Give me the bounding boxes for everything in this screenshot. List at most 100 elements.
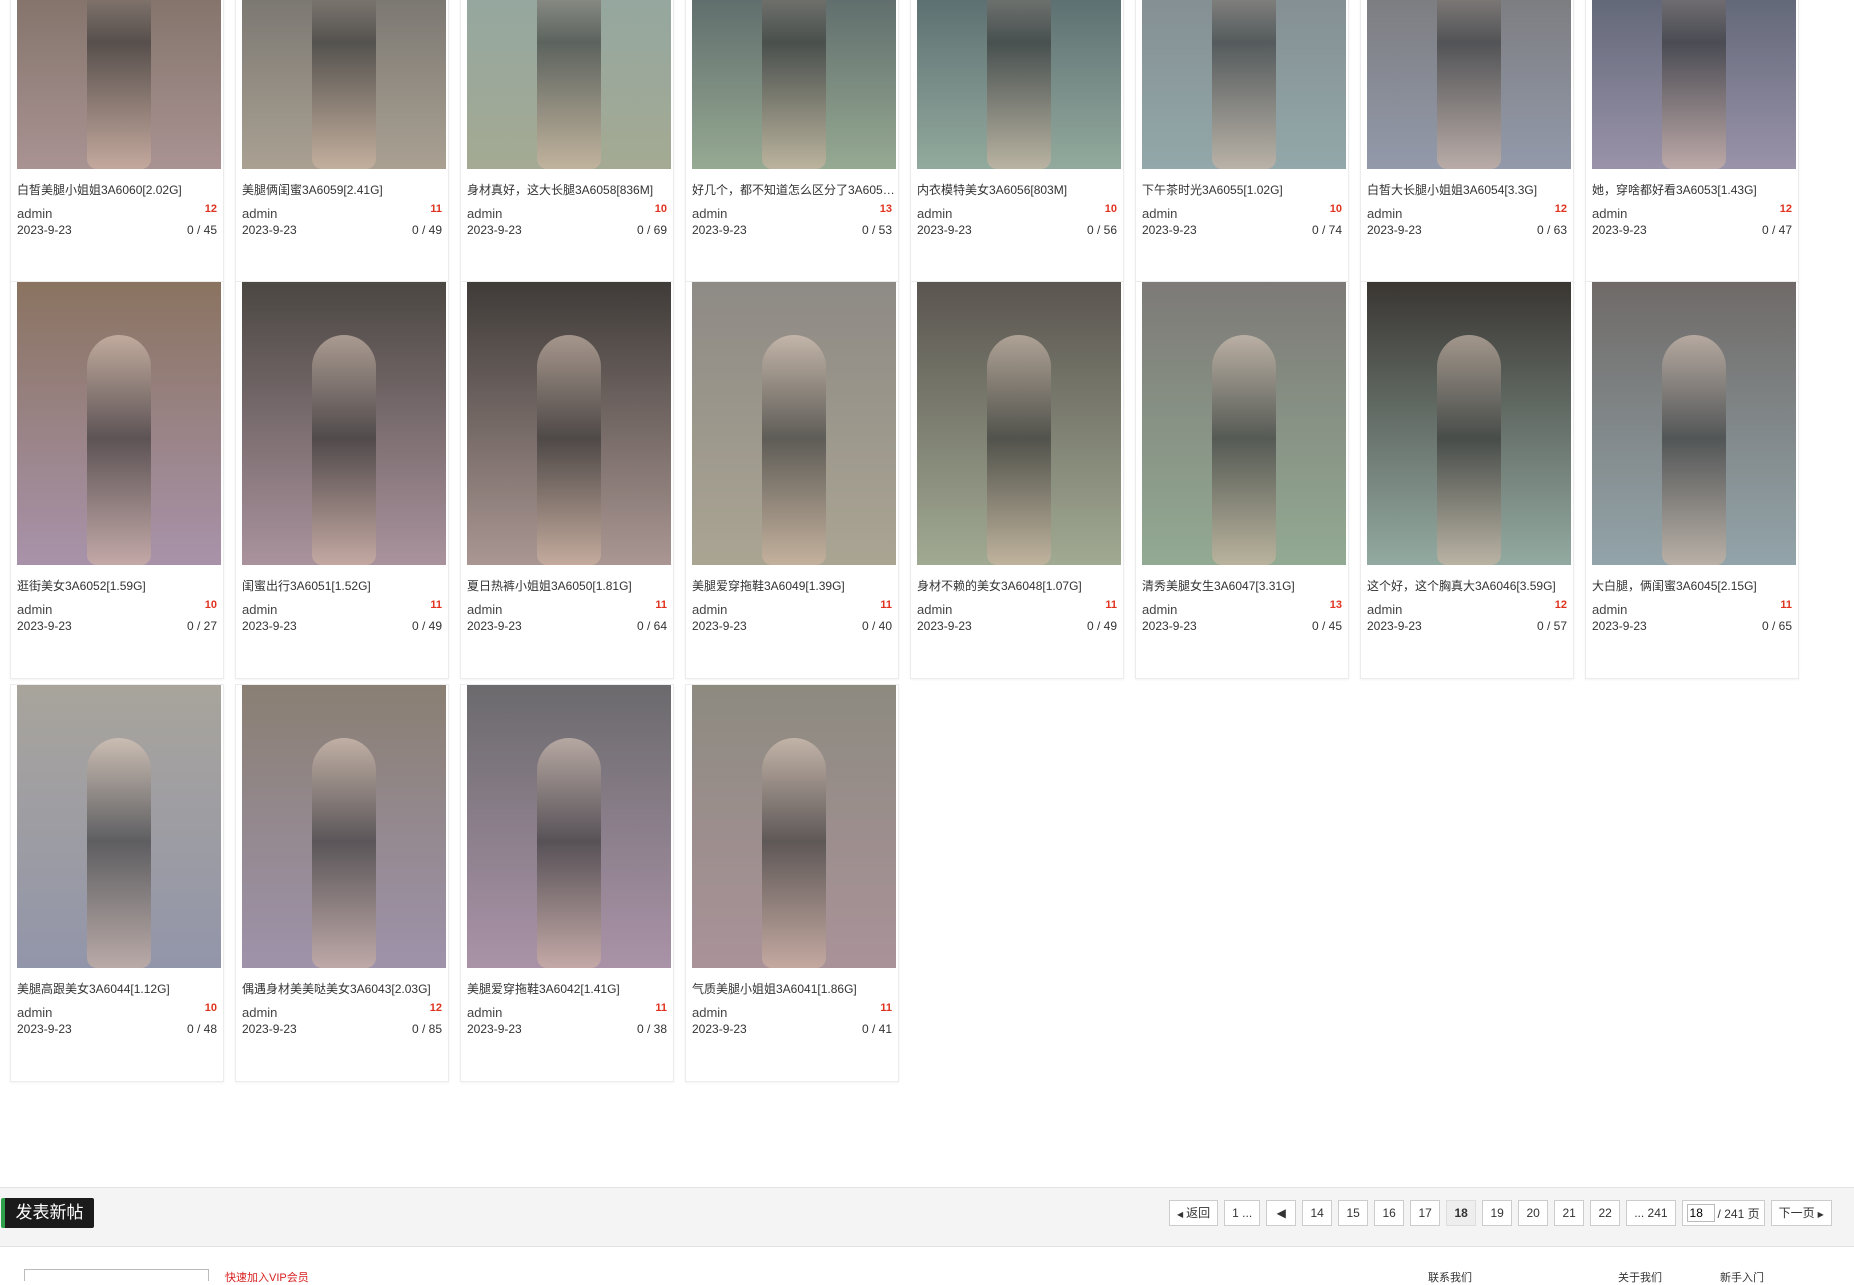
thread-title[interactable]: 身材真好，这大长腿3A6058[836M]: [467, 181, 673, 198]
thread-thumbnail[interactable]: [17, 685, 221, 968]
join-vip-link[interactable]: 快速加入VIP会员: [225, 1269, 309, 1285]
thread-title[interactable]: 下午茶时光3A6055[1.02G]: [1142, 181, 1348, 198]
prev-page-icon[interactable]: ◀: [1266, 1200, 1297, 1226]
thread-card[interactable]: 夏日热裤小姐姐3A6050[1.81G] admin 11 2023-9-23 0 / …: [460, 281, 674, 679]
thread-card[interactable]: 气质美腿小姐姐3A6041[1.86G] admin 11 2023-9-23 0 / …: [685, 684, 899, 1082]
thread-thumbnail[interactable]: [467, 0, 671, 169]
thread-author[interactable]: admin: [242, 206, 277, 221]
thread-card[interactable]: 美腿爱穿拖鞋3A6042[1.41G] admin 11 2023-9-23 0 / 3…: [460, 684, 674, 1082]
thread-author[interactable]: admin: [242, 1005, 277, 1020]
thread-title[interactable]: 美腿俩闺蜜3A6059[2.41G]: [242, 181, 448, 198]
footer-nav-newbie[interactable]: 新手入门: [1720, 1269, 1764, 1285]
page-link-14[interactable]: 14: [1302, 1200, 1333, 1226]
thread-author[interactable]: admin: [242, 602, 277, 617]
thumbnail-figure: [987, 335, 1051, 565]
thread-thumbnail[interactable]: [692, 0, 896, 169]
thread-title[interactable]: 好几个，都不知道怎么区分了3A6057[1.28G]: [692, 181, 898, 198]
thread-thumbnail[interactable]: [1142, 0, 1346, 169]
back-button[interactable]: 返回: [1169, 1200, 1219, 1226]
thread-title[interactable]: 内衣模特美女3A6056[803M]: [917, 181, 1123, 198]
page-link-20[interactable]: 20: [1518, 1200, 1549, 1226]
thread-card[interactable]: 美腿俩闺蜜3A6059[2.41G] admin 11 2023-9-23 0 / 49: [235, 0, 449, 283]
thread-thumbnail[interactable]: [1367, 0, 1571, 169]
thread-title[interactable]: 偶遇身材美美哒美女3A6043[2.03G]: [242, 980, 448, 997]
thread-title[interactable]: 逛街美女3A6052[1.59G]: [17, 577, 223, 594]
thread-title[interactable]: 大白腿，俩闺蜜3A6045[2.15G]: [1592, 577, 1798, 594]
first-page-link[interactable]: 1 ...: [1224, 1200, 1261, 1226]
thread-title[interactable]: 白皙大长腿小姐姐3A6054[3.3G]: [1367, 181, 1573, 198]
new-post-button[interactable]: 发表新帖: [1, 1198, 94, 1228]
thread-thumbnail[interactable]: [17, 0, 221, 169]
thread-card[interactable]: 白皙大长腿小姐姐3A6054[3.3G] admin 12 2023-9-23 0 / …: [1360, 0, 1574, 283]
page-link-17[interactable]: 17: [1410, 1200, 1441, 1226]
thread-card[interactable]: 身材不赖的美女3A6048[1.07G] admin 11 2023-9-23 0 / …: [910, 281, 1124, 679]
thread-title[interactable]: 这个好，这个胸真大3A6046[3.59G]: [1367, 577, 1573, 594]
thread-thumbnail[interactable]: [1142, 282, 1346, 565]
thread-card[interactable]: 大白腿，俩闺蜜3A6045[2.15G] admin 11 2023-9-23 0 / …: [1585, 281, 1799, 679]
thread-author[interactable]: admin: [692, 1005, 727, 1020]
thread-thumbnail[interactable]: [242, 685, 446, 968]
thread-author[interactable]: admin: [467, 1005, 502, 1020]
thread-card[interactable]: 美腿高跟美女3A6044[1.12G] admin 10 2023-9-23 0 / 4…: [10, 684, 224, 1082]
page-link-22[interactable]: 22: [1590, 1200, 1621, 1226]
thread-card[interactable]: 逛街美女3A6052[1.59G] admin 10 2023-9-23 0 / 27: [10, 281, 224, 679]
thread-thumbnail[interactable]: [1592, 0, 1796, 169]
thread-title[interactable]: 白皙美腿小姐姐3A6060[2.02G]: [17, 181, 223, 198]
thread-card[interactable]: 清秀美腿女生3A6047[3.31G] admin 13 2023-9-23 0 / 4…: [1135, 281, 1349, 679]
thread-title[interactable]: 夏日热裤小姐姐3A6050[1.81G]: [467, 577, 673, 594]
thread-author[interactable]: admin: [1367, 206, 1402, 221]
thread-author[interactable]: admin: [17, 602, 52, 617]
thread-author[interactable]: admin: [692, 206, 727, 221]
thread-card[interactable]: 身材真好，这大长腿3A6058[836M] admin 10 2023-9-23 0 /…: [460, 0, 674, 283]
page-jump-input[interactable]: [1686, 1204, 1715, 1222]
thread-author[interactable]: admin: [917, 206, 952, 221]
thread-thumbnail[interactable]: [1367, 282, 1571, 565]
thread-author[interactable]: admin: [1142, 602, 1177, 617]
thread-title[interactable]: 身材不赖的美女3A6048[1.07G]: [917, 577, 1123, 594]
thread-author[interactable]: admin: [467, 602, 502, 617]
thread-author[interactable]: admin: [467, 206, 502, 221]
thread-card[interactable]: 白皙美腿小姐姐3A6060[2.02G] admin 12 2023-9-23 0 / …: [10, 0, 224, 283]
thread-card[interactable]: 她，穿啥都好看3A6053[1.43G] admin 12 2023-9-23 0 / …: [1585, 0, 1799, 283]
thread-thumbnail[interactable]: [467, 282, 671, 565]
thread-author[interactable]: admin: [1367, 602, 1402, 617]
thread-thumbnail[interactable]: [467, 685, 671, 968]
thread-author[interactable]: admin: [692, 602, 727, 617]
page-link-15[interactable]: 15: [1338, 1200, 1369, 1226]
thread-title[interactable]: 美腿爱穿拖鞋3A6042[1.41G]: [467, 980, 673, 997]
thread-card[interactable]: 下午茶时光3A6055[1.02G] admin 10 2023-9-23 0 / 74: [1135, 0, 1349, 283]
thread-thumbnail[interactable]: [1592, 282, 1796, 565]
thread-title[interactable]: 气质美腿小姐姐3A6041[1.86G]: [692, 980, 898, 997]
thread-thumbnail[interactable]: [242, 0, 446, 169]
thread-title[interactable]: 她，穿啥都好看3A6053[1.43G]: [1592, 181, 1798, 198]
thread-card[interactable]: 偶遇身材美美哒美女3A6043[2.03G] admin 12 2023-9-23 0 …: [235, 684, 449, 1082]
thread-author[interactable]: admin: [917, 602, 952, 617]
footer-nav-contact[interactable]: 联系我们: [1428, 1269, 1472, 1285]
thread-author[interactable]: admin: [17, 1005, 52, 1020]
thread-card[interactable]: 闺蜜出行3A6051[1.52G] admin 11 2023-9-23 0 / 49: [235, 281, 449, 679]
thread-title[interactable]: 美腿高跟美女3A6044[1.12G]: [17, 980, 223, 997]
thread-title[interactable]: 清秀美腿女生3A6047[3.31G]: [1142, 577, 1348, 594]
thread-author[interactable]: admin: [1142, 206, 1177, 221]
thread-card[interactable]: 这个好，这个胸真大3A6046[3.59G] admin 12 2023-9-23 0 …: [1360, 281, 1574, 679]
page-link-19[interactable]: 19: [1482, 1200, 1513, 1226]
thread-title[interactable]: 美腿爱穿拖鞋3A6049[1.39G]: [692, 577, 898, 594]
thread-thumbnail[interactable]: [917, 0, 1121, 169]
thread-author[interactable]: admin: [1592, 206, 1627, 221]
thread-thumbnail[interactable]: [917, 282, 1121, 565]
thread-thumbnail[interactable]: [692, 685, 896, 968]
footer-nav-about[interactable]: 关于我们: [1618, 1269, 1662, 1285]
thread-card[interactable]: 好几个，都不知道怎么区分了3A6057[1.28G] admin 13 2023-9-…: [685, 0, 899, 283]
next-page-button[interactable]: 下一页: [1770, 1200, 1832, 1226]
thread-thumbnail[interactable]: [242, 282, 446, 565]
thread-thumbnail[interactable]: [17, 282, 221, 565]
thread-thumbnail[interactable]: [692, 282, 896, 565]
thread-card[interactable]: 内衣模特美女3A6056[803M] admin 10 2023-9-23 0 / 56: [910, 0, 1124, 283]
thread-title[interactable]: 闺蜜出行3A6051[1.52G]: [242, 577, 448, 594]
page-link-16[interactable]: 16: [1374, 1200, 1405, 1226]
last-page-link[interactable]: ... 241: [1626, 1200, 1676, 1226]
page-link-21[interactable]: 21: [1554, 1200, 1585, 1226]
thread-card[interactable]: 美腿爱穿拖鞋3A6049[1.39G] admin 11 2023-9-23 0 / 4…: [685, 281, 899, 679]
thread-author[interactable]: admin: [1592, 602, 1627, 617]
thread-author[interactable]: admin: [17, 206, 52, 221]
